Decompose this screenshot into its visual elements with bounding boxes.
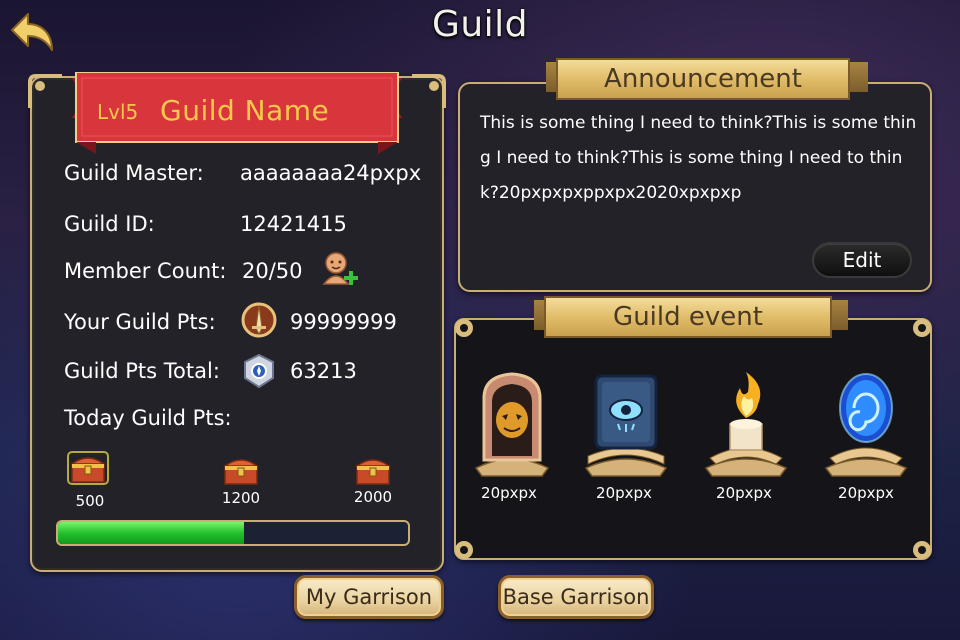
sword-emblem-icon [241, 302, 277, 338]
silver-crest-icon [244, 353, 274, 389]
guild-event-title: Guild event [544, 296, 832, 338]
chest-label: 500 [75, 492, 105, 510]
guild-id-value: 12421415 [240, 212, 347, 236]
event-label: 20pxpx [481, 484, 537, 502]
event-item-eye-book[interactable] [576, 368, 676, 478]
reward-chest-500[interactable] [66, 450, 110, 490]
progress-fill [58, 522, 244, 544]
event-item-candle-flame[interactable] [696, 368, 796, 478]
guild-pts-total-label: Guild Pts Total: [64, 359, 220, 383]
panel-corner-ornament-icon [455, 319, 473, 337]
event-item-mask-shrine[interactable] [462, 368, 562, 478]
announcement-text: This is some thing I need to think?This … [480, 113, 917, 203]
guild-master-value: aaaaaaaa24pxpx [240, 161, 422, 185]
base-garrison-button[interactable]: Base Garrison [498, 575, 654, 619]
event-label: 20pxpx [838, 484, 894, 502]
edit-announcement-button[interactable]: Edit [812, 242, 912, 278]
member-count-value: 20/50 [242, 259, 303, 283]
guild-pts-progress-bar [56, 520, 410, 546]
your-guild-pts-label: Your Guild Pts: [64, 310, 216, 334]
guild-name: Guild Name [160, 94, 330, 127]
today-guild-pts-label: Today Guild Pts: [64, 406, 232, 430]
treasure-chest-icon [67, 451, 109, 485]
candle-flame-icon [704, 372, 788, 477]
add-member-icon[interactable] [320, 250, 360, 290]
panel-corner-ornament-icon [913, 541, 931, 559]
mask-shrine-icon [474, 372, 550, 477]
member-count-label: Member Count: [64, 259, 227, 283]
guild-pts-total-value: 63213 [290, 359, 357, 383]
my-garrison-button[interactable]: My Garrison [294, 575, 444, 619]
eye-book-icon [584, 374, 668, 477]
panel-corner-ornament-icon [913, 319, 931, 337]
guild-master-label: Guild Master: [64, 161, 204, 185]
chest-label: 2000 [353, 488, 393, 506]
guild-id-label: Guild ID: [64, 212, 155, 236]
reward-chest-1200[interactable] [219, 452, 263, 492]
event-label: 20pxpx [596, 484, 652, 502]
event-label: 20pxpx [716, 484, 772, 502]
reward-chest-2000[interactable] [351, 452, 395, 492]
panel-corner-ornament-icon [455, 541, 473, 559]
blue-portal-icon [824, 373, 908, 477]
treasure-chest-icon [222, 459, 260, 485]
guild-level: Lvl5 [97, 100, 139, 124]
chest-label: 1200 [221, 489, 261, 507]
treasure-chest-icon [354, 459, 392, 485]
announcement-title: Announcement [556, 58, 850, 100]
event-item-blue-portal[interactable] [816, 368, 916, 478]
page-title: Guild [431, 4, 529, 45]
panel-corner-ornament-icon [28, 74, 62, 108]
your-guild-pts-value: 99999999 [290, 310, 397, 334]
panel-corner-ornament-icon [412, 74, 446, 108]
